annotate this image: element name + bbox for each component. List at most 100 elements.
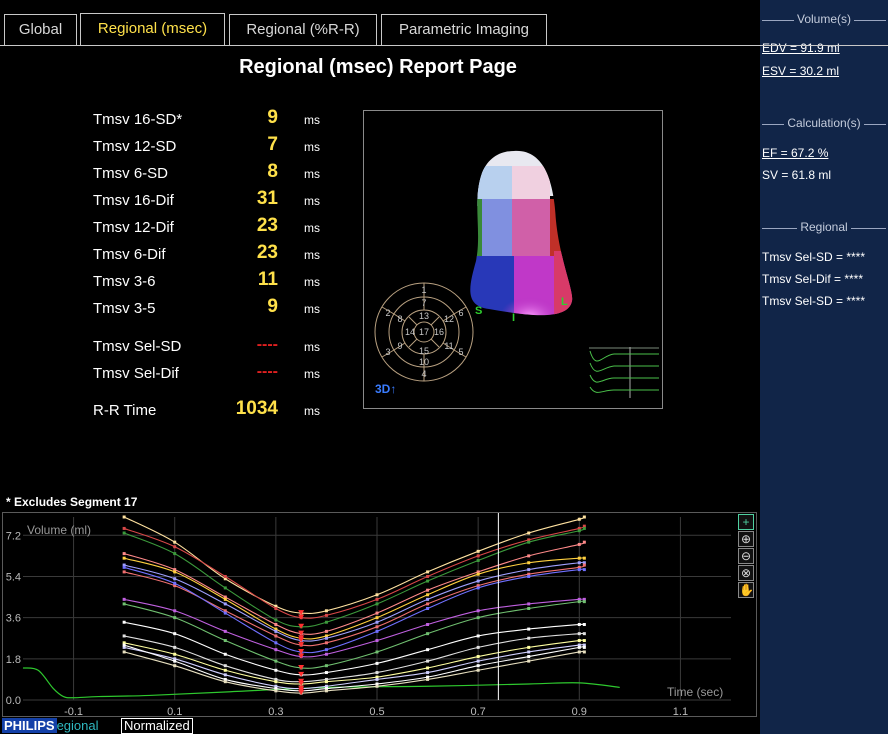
curve-point (375, 661, 379, 665)
curve-point (426, 579, 430, 583)
curve-point (274, 634, 278, 638)
curve-point (324, 641, 328, 645)
add-icon[interactable]: + (738, 514, 754, 530)
curve-point (527, 645, 531, 649)
ef-value[interactable]: EF = 67.2 % (762, 146, 828, 160)
curve-point (577, 639, 581, 643)
curve-point (274, 659, 278, 663)
philips-logo: PHILIPS (2, 718, 57, 733)
curve-point (173, 540, 177, 544)
volume-curves-panel[interactable]: 0.0 1.8 3.6 5.4 7.2 -0.1 0.1 0.3 0.5 0.7 0.9 1.1 Vol… (2, 512, 757, 718)
curve-point (375, 616, 379, 620)
metric-value: 9 (267, 107, 278, 128)
metric-row: Tmsv 16-Dif 31 ms (0, 188, 360, 216)
curve-point (173, 545, 177, 549)
segment-label: 13 (419, 311, 429, 321)
volume-curve (123, 557, 586, 640)
curve-point (223, 668, 227, 672)
zoom-in-icon[interactable]: ⊕ (738, 531, 754, 547)
curve-point (122, 515, 126, 519)
curve-point (122, 570, 126, 574)
curve-point (582, 639, 586, 643)
zoom-out-icon[interactable]: ⊖ (738, 548, 754, 564)
view-3d-badge[interactable]: 3D↑ (375, 382, 396, 396)
segment-label: 16 (434, 327, 444, 337)
curve-point (426, 570, 430, 574)
viewport-svg: S I L 1 2 3 4 5 6 7 8 9 10 11 12 13 14 1… (374, 150, 659, 398)
x-tick-label: 0.7 (470, 706, 485, 716)
esv-value[interactable]: ESV = 30.2 ml (762, 64, 839, 78)
curve-point (324, 636, 328, 640)
curve-point (375, 650, 379, 654)
segment-label: 11 (444, 341, 453, 351)
curve-point (375, 602, 379, 606)
curve-point (173, 570, 177, 574)
curve-point (476, 659, 480, 663)
curve-point (527, 531, 531, 535)
curve-point (577, 600, 581, 604)
curve-point (426, 659, 430, 663)
curve-point (476, 549, 480, 553)
metric-label: Tmsv Sel-Dif (93, 365, 179, 382)
metric-unit: ms (304, 340, 320, 354)
pan-hand-icon[interactable]: ✋ (738, 582, 754, 598)
zoom-reset-icon[interactable]: ⊗ (738, 565, 754, 581)
metric-unit: ms (304, 275, 320, 289)
metric-row: Tmsv 12-Dif 23 ms (0, 215, 360, 243)
tab-regional-percent-rr[interactable]: Regional (%R-R) (229, 14, 377, 45)
metric-unit: ms (304, 248, 320, 262)
curve-point (527, 650, 531, 654)
curve-point (375, 677, 379, 681)
metric-row: Tmsv 3-5 9 ms (0, 296, 360, 324)
volume-curves-chart: 0.0 1.8 3.6 5.4 7.2 -0.1 0.1 0.3 0.5 0.7 0.9 1.1 Vol… (6, 513, 731, 718)
bullseye-labels: 1 2 3 4 5 6 7 8 9 10 11 12 13 14 15 16 1… (385, 285, 463, 379)
curve-point (223, 611, 227, 615)
curve-point (223, 673, 227, 677)
segment-label: 2 (385, 308, 390, 318)
curve-point (122, 565, 126, 569)
curve-point (324, 629, 328, 633)
curve-point (582, 645, 586, 649)
edv-value[interactable]: EDV = 91.9 ml (762, 41, 840, 55)
curve-point (527, 655, 531, 659)
segment-label: 9 (397, 341, 402, 351)
curve-point (476, 664, 480, 668)
curve-point (274, 618, 278, 622)
segment-label: 4 (421, 369, 426, 379)
curve-point (223, 629, 227, 633)
metric-value: 23 (256, 215, 278, 236)
curve-point (426, 574, 430, 578)
tab-regional-msec[interactable]: Regional (msec) (80, 13, 225, 46)
y-tick-label: 0.0 (6, 695, 21, 707)
tab-global[interactable]: Global (4, 14, 77, 45)
heart-3d-viewport[interactable]: S I L 1 2 3 4 5 6 7 8 9 10 11 12 13 14 1… (363, 110, 663, 409)
curve-point (527, 602, 531, 606)
curve-point (324, 680, 328, 684)
volume-curve (123, 561, 586, 642)
curve-point (582, 568, 586, 572)
curve-point (324, 648, 328, 652)
curve-point (375, 671, 379, 675)
curve-point (476, 634, 480, 638)
curve-point (173, 652, 177, 656)
curve-point (274, 689, 278, 693)
curve-point (582, 563, 586, 567)
curve-point (375, 629, 379, 633)
y-tick-label: 3.6 (6, 613, 21, 625)
tab-parametric-imaging[interactable]: Parametric Imaging (381, 14, 547, 45)
metric-unit: ms (304, 167, 320, 181)
curve-point (173, 616, 177, 620)
metric-value: 8 (267, 161, 278, 182)
tab-bar: Global Regional (msec) Regional (%R-R) P… (0, 0, 760, 46)
curve-point (476, 572, 480, 576)
curve-point (274, 648, 278, 652)
metric-unit: ms (304, 367, 320, 381)
x-tick-label: 0.3 (268, 706, 283, 716)
curve-point (223, 639, 227, 643)
normalized-toggle[interactable]: Normalized (121, 718, 193, 734)
curve-point (324, 652, 328, 656)
chart-toolbar: + ⊕ ⊖ ⊗ ✋ (738, 514, 756, 599)
curve-point (375, 597, 379, 601)
trigger-curve (22, 667, 620, 699)
curve-point (476, 668, 480, 672)
